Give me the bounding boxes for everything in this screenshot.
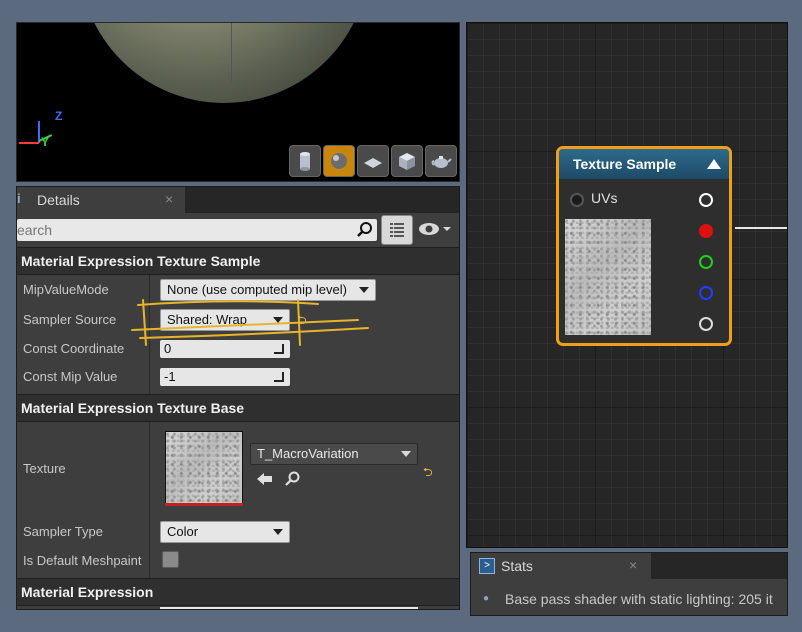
connection-wire[interactable]	[735, 227, 787, 229]
node-header[interactable]: Texture Sample	[559, 149, 729, 179]
texture-sample-node[interactable]: Texture Sample UVs	[556, 146, 732, 346]
stats-tab[interactable]: > Stats ×	[471, 553, 651, 579]
stats-panel: > Stats × ● Base pass shader with static…	[470, 552, 788, 616]
stats-message: Base pass shader with static lighting: 2…	[505, 591, 773, 607]
bullet-icon: ●	[483, 593, 490, 604]
collapse-arrow-icon[interactable]	[707, 159, 721, 169]
uvs-pin-label: UVs	[591, 190, 618, 206]
node-title: Texture Sample	[573, 156, 677, 172]
console-icon: >	[479, 558, 495, 574]
b-output-pin[interactable]	[699, 286, 713, 300]
uvs-input-pin[interactable]	[570, 193, 584, 207]
rgb-output-pin[interactable]	[699, 193, 713, 207]
g-output-pin[interactable]	[699, 255, 713, 269]
stats-tab-label: Stats	[501, 558, 533, 574]
r-output-pin[interactable]	[699, 224, 713, 238]
a-output-pin[interactable]	[699, 317, 713, 331]
close-icon[interactable]: ×	[629, 557, 637, 573]
node-texture-preview	[565, 219, 651, 335]
